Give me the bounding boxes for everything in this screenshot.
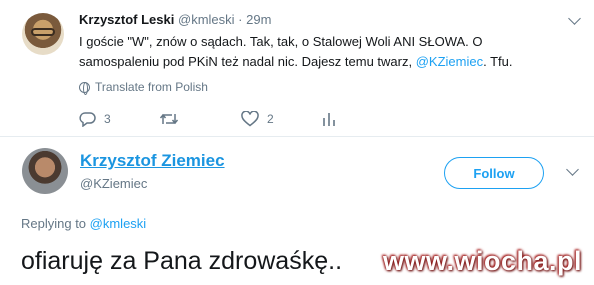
- translate-link[interactable]: Translate from Polish: [79, 80, 208, 95]
- like-action[interactable]: 2: [241, 111, 274, 127]
- tweet-author-name[interactable]: Krzysztof Leski: [79, 12, 174, 27]
- analytics-action[interactable]: [322, 111, 336, 127]
- quoted-tweet: Krzysztof Leski @kmleski · 29m I goście …: [0, 0, 594, 134]
- tweet-text-part2: . Tfu.: [483, 54, 513, 69]
- follow-button[interactable]: Follow: [444, 157, 544, 189]
- replying-prefix: Replying to: [21, 216, 90, 231]
- avatar[interactable]: [22, 148, 68, 194]
- retweet-action[interactable]: [159, 111, 179, 127]
- avatar[interactable]: [22, 13, 64, 55]
- like-count: 2: [267, 112, 274, 126]
- tweet-text: I goście "W", znów o sądach. Tak, tak, o…: [79, 32, 559, 72]
- reply-action[interactable]: 3: [79, 111, 111, 127]
- replying-mention-link[interactable]: @kmleski: [90, 216, 147, 231]
- divider: [0, 136, 594, 137]
- reply-author-name[interactable]: Krzysztof Ziemiec: [80, 151, 225, 171]
- tweet-separator: ·: [238, 12, 247, 27]
- replying-to: Replying to @kmleski: [21, 216, 146, 231]
- reply-text: ofiaruję za Pana zdrowaśkę..: [21, 247, 343, 275]
- retweet-icon: [159, 113, 179, 125]
- glasses-shape: [31, 28, 55, 36]
- tweet-author-handle[interactable]: @kmleski: [178, 12, 235, 27]
- reply-count: 3: [104, 112, 111, 126]
- tweet-header: Krzysztof Leski @kmleski · 29m: [79, 12, 271, 27]
- reply-icon: [79, 112, 96, 127]
- analytics-icon: [323, 113, 335, 126]
- globe-icon: [79, 81, 90, 95]
- chevron-down-icon[interactable]: [568, 12, 581, 25]
- translate-label: Translate from Polish: [95, 80, 208, 94]
- reply-author-handle[interactable]: @KZiemiec: [80, 176, 147, 191]
- watermark: www.wiocha.pl: [382, 246, 582, 276]
- chevron-down-icon[interactable]: [566, 163, 579, 176]
- like-icon: [241, 111, 259, 127]
- tweet-mention-link[interactable]: @KZiemiec: [416, 54, 483, 69]
- tweet-time[interactable]: 29m: [246, 12, 271, 27]
